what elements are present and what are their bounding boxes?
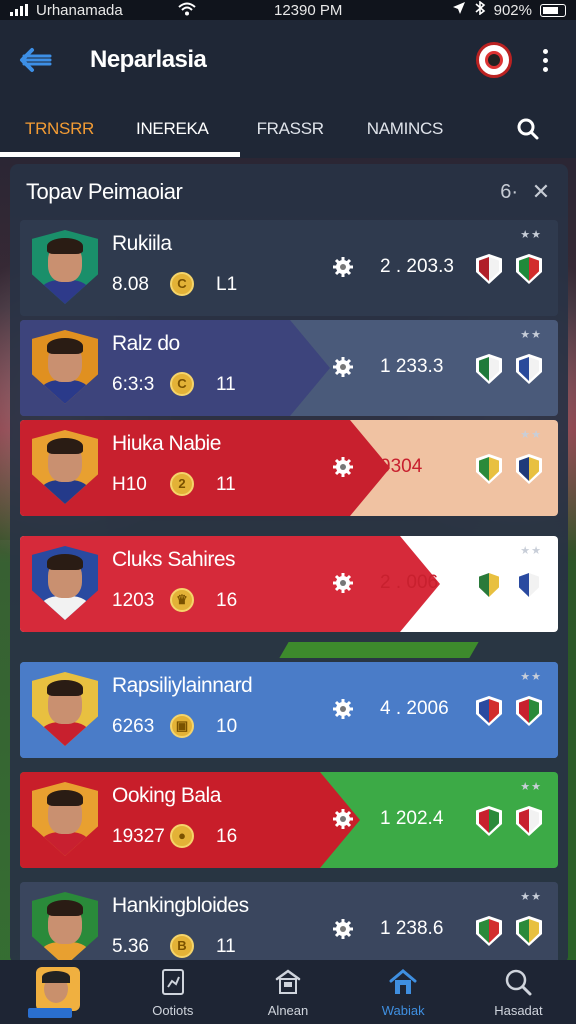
- player-stat: 5.36: [112, 936, 149, 957]
- gear-icon[interactable]: [332, 456, 354, 478]
- avatar-badge: [28, 1008, 72, 1018]
- clock: 12390 PM: [274, 1, 343, 19]
- player-row[interactable]: Rukiila 8.08 C L1 2 . 203.3 ★★: [20, 220, 558, 316]
- back-button[interactable]: [6, 30, 66, 90]
- gear-icon[interactable]: [332, 356, 354, 378]
- player-level: 16: [216, 590, 238, 611]
- gear-icon[interactable]: [332, 918, 354, 940]
- carrier-label: Urhanamada: [36, 1, 123, 19]
- player-level: 10: [216, 716, 238, 737]
- document-chart-icon: [161, 968, 184, 995]
- tab-inereka[interactable]: INEREKA: [136, 100, 209, 158]
- club-logo[interactable]: [476, 42, 512, 78]
- coin-icon: ●: [170, 824, 194, 848]
- panel-count: 6·: [500, 180, 518, 203]
- player-level: 11: [216, 374, 236, 395]
- player-level: 11: [216, 936, 236, 957]
- star-rating: ★★: [520, 781, 542, 793]
- app-bar: Neparlasia: [0, 20, 576, 100]
- player-stat: 6:3:3: [112, 374, 155, 395]
- back-arrow-icon: [20, 48, 52, 72]
- player-stat: 19327: [112, 826, 165, 847]
- tab-frassr[interactable]: FRASSR: [257, 100, 324, 158]
- signal-icon: [10, 4, 28, 16]
- player-value: 9304: [380, 456, 423, 477]
- coin-icon: B: [170, 934, 194, 958]
- coin-icon: ♛: [170, 588, 194, 612]
- nav-hasadat-label: Hasadat: [494, 1002, 543, 1018]
- player-stat: H10: [112, 474, 147, 495]
- search-button[interactable]: [516, 117, 540, 141]
- nav-ootiots-label: Ootiots: [152, 1002, 194, 1018]
- player-stat: 8.08: [112, 274, 149, 295]
- player-name: Hankingbloides: [112, 894, 249, 917]
- player-name: Cluks Sahires: [112, 548, 236, 571]
- avatar: [35, 967, 80, 1011]
- star-rating: ★★: [520, 891, 542, 903]
- search-icon: [506, 969, 532, 995]
- player-value: 1 238.6: [380, 918, 444, 939]
- player-row[interactable]: Cluks Sahires 1203 ♛ 16 2 . 006 ★★: [20, 536, 558, 632]
- player-row[interactable]: Rapsiliylainnard 6263 ▣ 10 4 . 2006 ★★: [20, 662, 558, 758]
- tab-transfer[interactable]: TRNSRR: [25, 100, 94, 158]
- gear-icon[interactable]: [332, 808, 354, 830]
- player-value: 1 233.3: [380, 356, 444, 377]
- panel-title: Topav Peimaoiar: [26, 179, 183, 204]
- coin-icon: 2: [170, 472, 194, 496]
- active-tab-indicator: [0, 152, 240, 157]
- player-value: 2 . 203.3: [380, 256, 454, 277]
- pitch-strip: [279, 642, 479, 658]
- star-rating: ★★: [520, 229, 542, 241]
- nav-profile[interactable]: [0, 960, 115, 1024]
- location-icon: [452, 1, 466, 19]
- nav-ootiots[interactable]: Ootiots: [115, 960, 230, 1024]
- gear-icon[interactable]: [332, 698, 354, 720]
- search-icon: [517, 118, 539, 140]
- player-stat: 6263: [112, 716, 155, 737]
- coin-icon: C: [170, 372, 194, 396]
- gear-icon[interactable]: [332, 572, 354, 594]
- nav-hasadat[interactable]: Hasadat: [461, 960, 576, 1024]
- tab-bar: TRNSRR INEREKA FRASSR NAMINCS: [0, 100, 576, 158]
- player-value: 1 202.4: [380, 808, 444, 829]
- player-name: Hiuka Nabie: [112, 432, 221, 455]
- close-icon[interactable]: ✕: [530, 179, 552, 205]
- store-icon: [275, 968, 301, 994]
- tab-namincs[interactable]: NAMINCS: [367, 100, 444, 158]
- page-title: Neparlasia: [90, 46, 207, 73]
- player-name: Rapsiliylainnard: [112, 674, 253, 697]
- battery-percent: 902%: [493, 1, 532, 19]
- more-options-button[interactable]: [520, 30, 570, 90]
- player-level: 16: [216, 826, 238, 847]
- player-level: 11: [216, 474, 236, 495]
- star-rating: ★★: [520, 545, 542, 557]
- player-value: 2 . 006: [380, 572, 439, 593]
- player-row[interactable]: Ooking Bala 19327 ● 16 1 202.4 ★★: [20, 772, 558, 868]
- bottom-navigation: Ootiots Alnean Wabiak Hasadat: [0, 960, 576, 1024]
- star-rating: ★★: [520, 329, 542, 341]
- player-row[interactable]: Ralz do 6:3:3 C 11 1 233.3 ★★: [20, 320, 558, 416]
- player-stat: 1203: [112, 590, 155, 611]
- nav-wabiak[interactable]: Wabiak: [346, 960, 461, 1024]
- player-name: Rukiila: [112, 232, 172, 255]
- status-bar: Urhanamada 12390 PM 902%: [0, 0, 576, 20]
- gear-icon[interactable]: [332, 256, 354, 278]
- coin-icon: C: [170, 272, 194, 296]
- star-rating: ★★: [520, 429, 542, 441]
- panel-header: Topav Peimaoiar 6· ✕: [10, 164, 568, 220]
- wifi-icon: [178, 2, 196, 19]
- bluetooth-icon: [474, 0, 486, 19]
- coin-icon: ▣: [170, 714, 194, 738]
- player-row[interactable]: Hiuka Nabie H10 2 11 9304 ★★: [20, 420, 558, 516]
- nav-alnean-label: Alnean: [267, 1002, 309, 1018]
- player-name: Ralz do: [112, 332, 180, 355]
- player-name: Ooking Bala: [112, 784, 221, 807]
- home-icon: [389, 968, 417, 994]
- star-rating: ★★: [520, 671, 542, 683]
- nav-alnean[interactable]: Alnean: [230, 960, 345, 1024]
- player-value: 4 . 2006: [380, 698, 449, 719]
- nav-wabiak-label: Wabiak: [381, 1002, 425, 1018]
- player-level: L1: [216, 274, 238, 295]
- battery-icon: [540, 3, 566, 17]
